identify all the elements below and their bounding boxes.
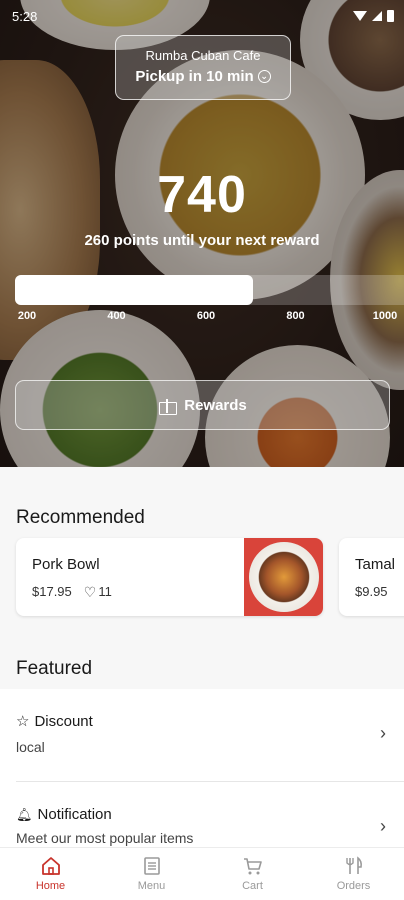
signal-icon bbox=[372, 11, 382, 21]
pickup-time: Pickup in 10 min ⌄ bbox=[116, 68, 290, 85]
item-meta: $9.95 bbox=[355, 584, 388, 599]
item-name: Pork Bowl bbox=[32, 556, 100, 573]
nav-item-home[interactable]: Home bbox=[0, 848, 101, 900]
featured-item-title-text: Notification bbox=[37, 806, 112, 823]
progress-tick-label: 1000 bbox=[372, 310, 398, 322]
bottom-navigation: Home Menu Cart Orders bbox=[0, 847, 404, 900]
cart-icon bbox=[242, 856, 264, 876]
item-image bbox=[244, 538, 323, 616]
featured-item-title-text: Discount bbox=[34, 713, 93, 730]
recommended-heading: Recommended bbox=[16, 507, 145, 528]
star-icon: ☆ bbox=[16, 713, 30, 730]
home-icon bbox=[40, 856, 62, 876]
featured-item-title: 🔔︎ Notification bbox=[16, 806, 112, 823]
nav-label: Cart bbox=[242, 880, 263, 892]
battery-icon bbox=[387, 10, 394, 22]
featured-item-notification[interactable]: 🔔︎ Notification Meet our most popular it… bbox=[0, 782, 404, 847]
featured-item-subtitle: Meet our most popular items bbox=[16, 830, 194, 846]
recommended-item-card[interactable]: Tamal $9.95 bbox=[339, 538, 404, 616]
pickup-text: Pickup in 10 min bbox=[135, 68, 254, 85]
nav-item-orders[interactable]: Orders bbox=[303, 848, 404, 900]
status-time: 5:28 bbox=[12, 8, 38, 24]
nav-label: Orders bbox=[336, 880, 371, 892]
like-count: 11 bbox=[98, 584, 112, 599]
home-content: Recommended Pork Bowl $17.95 ♡ 11 Tamal … bbox=[0, 467, 404, 847]
nav-label: Home bbox=[35, 880, 66, 892]
rewards-button[interactable]: Rewards bbox=[15, 380, 390, 430]
nav-item-menu[interactable]: Menu bbox=[101, 848, 202, 900]
rewards-progress-fill bbox=[15, 275, 253, 305]
chevron-down-circle-icon: ⌄ bbox=[257, 70, 271, 83]
rewards-progress-bar bbox=[15, 275, 404, 305]
heart-icon: ♡ bbox=[83, 583, 97, 600]
item-price: $17.95 bbox=[32, 584, 72, 599]
progress-tick-label: 800 bbox=[286, 310, 305, 322]
chevron-right-icon: › bbox=[380, 816, 386, 836]
progress-tick-label: 600 bbox=[196, 310, 216, 322]
item-name: Tamal bbox=[355, 556, 396, 573]
status-bar: 5:28 bbox=[0, 0, 404, 26]
progress-tick-label: 200 bbox=[17, 310, 37, 322]
store-selector-button[interactable]: Rumba Cuban Cafe Pickup in 10 min ⌄ bbox=[115, 35, 291, 100]
chevron-right-icon: › bbox=[380, 723, 386, 743]
points-balance: 740 bbox=[157, 166, 247, 224]
featured-heading: Featured bbox=[16, 658, 93, 679]
recommended-item-card[interactable]: Pork Bowl $17.95 ♡ 11 bbox=[16, 538, 323, 616]
like-button[interactable]: ♡ 11 bbox=[84, 584, 112, 599]
store-name: Rumba Cuban Cafe bbox=[145, 48, 261, 63]
gift-icon bbox=[158, 397, 178, 415]
hero-banner: 5:28 Rumba Cuban Cafe Pickup in 10 min ⌄… bbox=[0, 0, 404, 467]
nav-label: Menu bbox=[137, 880, 166, 892]
orders-icon bbox=[343, 856, 365, 876]
featured-list: ☆ Discount local › 🔔︎ Notification Meet … bbox=[0, 689, 404, 847]
points-to-next-reward: 260 points until your next reward bbox=[84, 232, 320, 249]
menu-icon bbox=[141, 856, 163, 876]
dish-photo bbox=[248, 542, 319, 612]
status-icons bbox=[353, 10, 394, 22]
featured-item-subtitle: local bbox=[16, 739, 45, 755]
item-price: $9.95 bbox=[355, 584, 388, 599]
nav-item-cart[interactable]: Cart bbox=[202, 848, 303, 900]
progress-tick-label: 400 bbox=[107, 310, 126, 322]
wifi-icon bbox=[353, 11, 367, 21]
featured-item-title: ☆ Discount bbox=[16, 713, 93, 730]
item-meta: $17.95 ♡ 11 bbox=[32, 584, 112, 599]
rewards-button-label: Rewards bbox=[184, 396, 247, 414]
featured-item-discount[interactable]: ☆ Discount local › bbox=[0, 689, 404, 781]
bell-icon: 🔔︎ bbox=[16, 807, 33, 822]
